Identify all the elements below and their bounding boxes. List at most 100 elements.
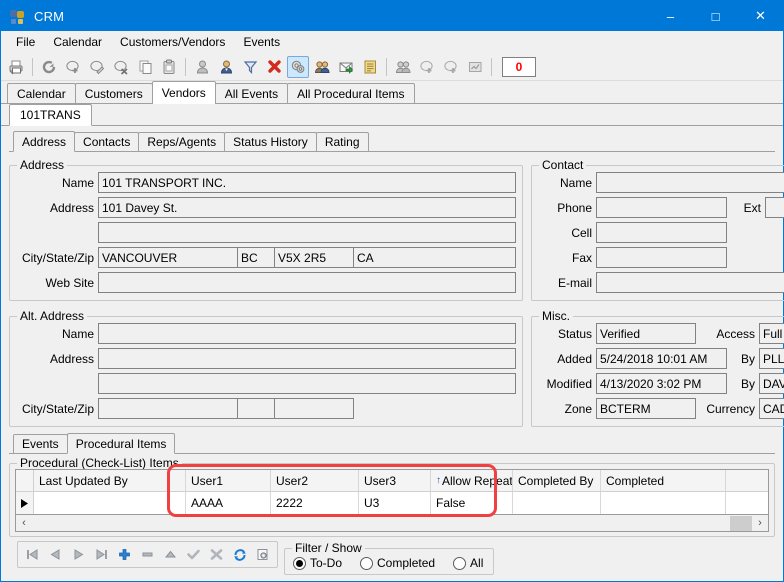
- add-record-button[interactable]: [114, 544, 135, 565]
- alt-address-city-input[interactable]: [98, 398, 238, 419]
- properties-button[interactable]: [252, 544, 273, 565]
- address-city-input[interactable]: [98, 247, 238, 268]
- address-website-input[interactable]: [98, 272, 516, 293]
- add-contact-icon[interactable]: [416, 56, 438, 78]
- tab-all-procedural-items[interactable]: All Procedural Items: [287, 83, 414, 103]
- contact-fax-input[interactable]: [596, 247, 727, 268]
- scroll-left-icon[interactable]: ‹: [16, 517, 32, 529]
- address-name-input[interactable]: [98, 172, 516, 193]
- last-record-button[interactable]: [91, 544, 112, 565]
- misc-status-input[interactable]: [596, 323, 696, 344]
- delete-record-button[interactable]: [137, 544, 158, 565]
- contact-email-input[interactable]: [596, 272, 784, 293]
- address-line2-input[interactable]: [98, 222, 516, 243]
- misc-currency-input[interactable]: [759, 398, 784, 419]
- cell-last-updated-by[interactable]: [34, 492, 186, 514]
- radio-completed-dot[interactable]: [360, 557, 373, 570]
- column-last-updated-by[interactable]: Last Updated By: [34, 470, 186, 491]
- misc-added-by-input[interactable]: [759, 348, 784, 369]
- paste-icon[interactable]: [158, 56, 180, 78]
- menu-file[interactable]: File: [7, 32, 44, 52]
- column-completed[interactable]: Completed: [601, 470, 726, 491]
- misc-zone-input[interactable]: [596, 398, 696, 419]
- refresh-record-icon[interactable]: [38, 56, 60, 78]
- contact-cell-input[interactable]: [596, 222, 727, 243]
- radio-todo-dot[interactable]: [293, 557, 306, 570]
- cell-allow-repeat[interactable]: False: [431, 492, 513, 514]
- alt-address-state-input[interactable]: [237, 398, 275, 419]
- contact-ext-input[interactable]: [765, 197, 784, 218]
- delete-record-icon[interactable]: [110, 56, 132, 78]
- notes-icon[interactable]: [359, 56, 381, 78]
- address-line1-input[interactable]: [98, 197, 516, 218]
- scroll-right-icon[interactable]: ›: [752, 517, 768, 529]
- tab-events[interactable]: Events: [13, 434, 68, 453]
- cell-user3[interactable]: U3: [359, 492, 431, 514]
- menu-calendar[interactable]: Calendar: [44, 32, 111, 52]
- previous-record-button[interactable]: [45, 544, 66, 565]
- address-zip-input[interactable]: [274, 247, 354, 268]
- print-icon[interactable]: [5, 56, 27, 78]
- alt-address-line1-input[interactable]: [98, 348, 516, 369]
- column-user2[interactable]: User2: [271, 470, 359, 491]
- tab-contacts[interactable]: Contacts: [74, 132, 139, 151]
- cell-user2[interactable]: 2222: [271, 492, 359, 514]
- tab-calendar[interactable]: Calendar: [7, 83, 76, 103]
- edit-record-icon[interactable]: [86, 56, 108, 78]
- edit-record-button[interactable]: [160, 544, 181, 565]
- tab-vendors[interactable]: Vendors: [152, 81, 216, 104]
- record-tab-101trans[interactable]: 101TRANS: [9, 104, 92, 126]
- cell-completed-by[interactable]: [513, 492, 601, 514]
- cell-user1[interactable]: AAAA: [186, 492, 271, 514]
- email-icon[interactable]: [335, 56, 357, 78]
- misc-added-input[interactable]: [596, 348, 727, 369]
- column-allow-repeat[interactable]: ↑Allow Repeat: [431, 470, 513, 491]
- radio-all-dot[interactable]: [453, 557, 466, 570]
- misc-modified-input[interactable]: [596, 373, 727, 394]
- alt-address-zip-input[interactable]: [274, 398, 354, 419]
- add-record-icon[interactable]: [62, 56, 84, 78]
- row-selector-icon[interactable]: [16, 492, 34, 514]
- tab-status-history[interactable]: Status History: [224, 132, 317, 151]
- procedural-items-grid[interactable]: Last Updated By User1 User2 User3 ↑Allow…: [15, 469, 769, 515]
- scrollbar-track[interactable]: [32, 516, 752, 531]
- menu-events[interactable]: Events: [234, 32, 289, 52]
- vendor-icon[interactable]: [215, 56, 237, 78]
- alt-address-line2-input[interactable]: [98, 373, 516, 394]
- first-record-button[interactable]: [22, 544, 43, 565]
- filter-icon[interactable]: [239, 56, 261, 78]
- cancel-icon[interactable]: [263, 56, 285, 78]
- column-completed-by[interactable]: Completed By: [513, 470, 601, 491]
- tab-procedural-items[interactable]: Procedural Items: [67, 433, 176, 454]
- next-record-button[interactable]: [68, 544, 89, 565]
- copy-icon[interactable]: [134, 56, 156, 78]
- scrollbar-thumb[interactable]: [730, 516, 752, 531]
- maximize-icon[interactable]: □: [693, 1, 738, 31]
- column-user1[interactable]: User1: [186, 470, 271, 491]
- group-contacts-icon[interactable]: [392, 56, 414, 78]
- tab-rating[interactable]: Rating: [316, 132, 369, 151]
- refresh-button[interactable]: [229, 544, 250, 565]
- post-edit-button[interactable]: [183, 544, 204, 565]
- customer-icon[interactable]: [191, 56, 213, 78]
- report-icon[interactable]: [464, 56, 486, 78]
- minimize-icon[interactable]: –: [648, 1, 693, 31]
- add-agent-icon[interactable]: [440, 56, 462, 78]
- tab-address[interactable]: Address: [13, 131, 75, 152]
- address-state-input[interactable]: [237, 247, 275, 268]
- contact-name-input[interactable]: [596, 172, 784, 193]
- procedural-items-icon[interactable]: [287, 56, 309, 78]
- contacts-icon[interactable]: [311, 56, 333, 78]
- cancel-edit-button[interactable]: [206, 544, 227, 565]
- cell-completed[interactable]: [601, 492, 726, 514]
- grid-horizontal-scrollbar[interactable]: ‹ ›: [15, 515, 769, 532]
- radio-completed[interactable]: Completed: [360, 556, 435, 570]
- misc-access-input[interactable]: [759, 323, 784, 344]
- radio-todo[interactable]: To-Do: [293, 556, 342, 570]
- column-user3[interactable]: User3: [359, 470, 431, 491]
- contact-phone-input[interactable]: [596, 197, 727, 218]
- alt-address-name-input[interactable]: [98, 323, 516, 344]
- radio-all[interactable]: All: [453, 556, 483, 570]
- misc-modified-by-input[interactable]: [759, 373, 784, 394]
- tab-customers[interactable]: Customers: [75, 83, 153, 103]
